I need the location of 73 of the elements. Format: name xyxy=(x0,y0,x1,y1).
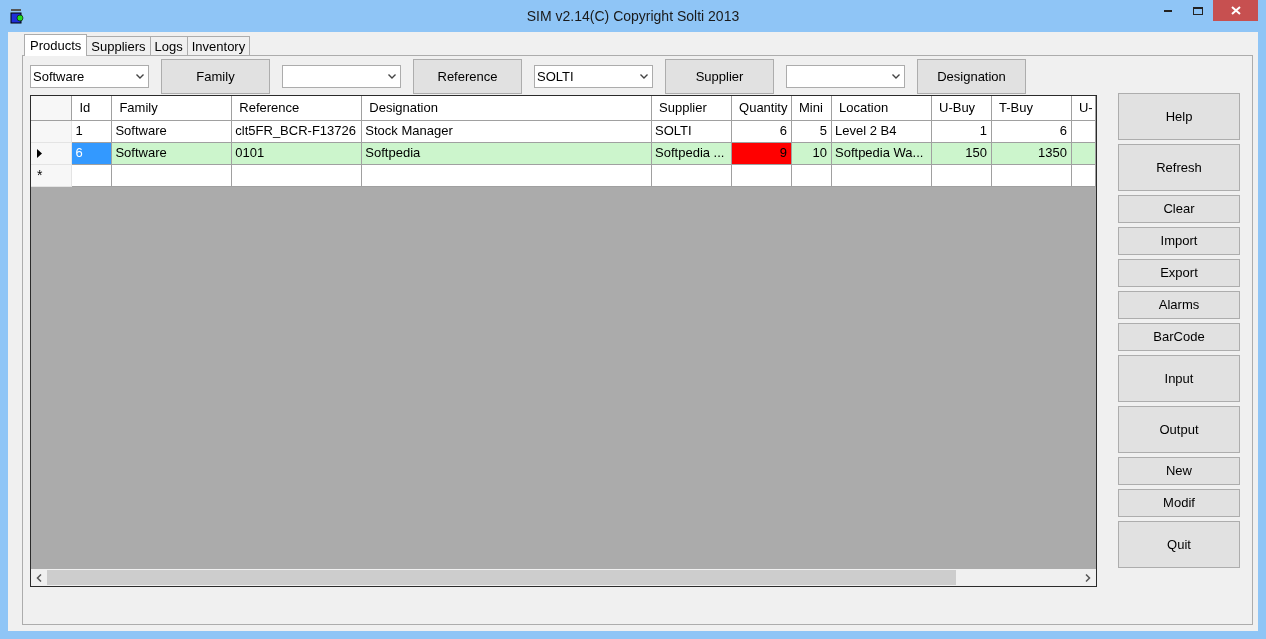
dropdown-value: SOLTI xyxy=(537,67,574,86)
column-header[interactable]: Supplier xyxy=(651,96,732,120)
column-header[interactable]: Quantity xyxy=(731,96,792,120)
action-button[interactable]: Help xyxy=(1118,93,1240,140)
column-header[interactable]: U- xyxy=(1071,96,1096,120)
minimize-icon xyxy=(1164,9,1172,12)
table-cell: clt5FR_BCR-F13726 xyxy=(231,120,362,142)
action-button[interactable]: Clear xyxy=(1118,195,1240,223)
column-header[interactable]: Id xyxy=(71,96,112,120)
table-cell: 10 xyxy=(791,142,832,164)
close-icon xyxy=(1230,6,1241,15)
table-cell: 1 xyxy=(71,120,112,142)
dropdown-field[interactable] xyxy=(282,65,401,88)
current-row-icon xyxy=(37,148,42,158)
column-header[interactable]: Designation xyxy=(361,96,652,120)
chevron-left-icon[interactable] xyxy=(36,573,42,582)
scrollbar-thumb[interactable] xyxy=(47,570,956,585)
table-row[interactable]: 6 Software 0101 Softpedia Softpedia ... 9 10 Softpedia Wa... 150 1350 xyxy=(31,142,1096,164)
table-cell: Stock Manager xyxy=(361,120,652,142)
action-button[interactable]: Import xyxy=(1118,227,1240,255)
column-header[interactable]: U-Buy xyxy=(931,96,992,120)
app-icon xyxy=(10,8,24,24)
new-row-marker: * xyxy=(31,164,72,186)
column-header[interactable]: Location xyxy=(831,96,932,120)
table-cell: Softpedia xyxy=(361,142,652,164)
dropdown-value: Software xyxy=(33,67,85,86)
chevron-down-icon xyxy=(136,74,144,79)
table-cell: 5 xyxy=(791,120,832,142)
table-cell: 0101 xyxy=(231,142,362,164)
dropdown-field[interactable]: SOLTI xyxy=(534,65,653,88)
table-cell: Software xyxy=(111,142,232,164)
table-cell: Level 2 B4 xyxy=(831,120,932,142)
chevron-down-icon xyxy=(640,74,648,79)
table-cell: SOLTI xyxy=(651,120,732,142)
table-cell: 150 xyxy=(931,142,992,164)
filter-button[interactable]: Family xyxy=(161,59,270,94)
table-cell: Softpedia Wa... xyxy=(831,142,932,164)
filter-button[interactable]: Supplier xyxy=(665,59,774,94)
table-cell: 1350 xyxy=(991,142,1072,164)
chevron-right-icon[interactable] xyxy=(1085,573,1091,582)
tab[interactable]: Products xyxy=(24,34,88,56)
action-button[interactable]: Quit xyxy=(1118,521,1240,568)
filter-button[interactable]: Designation xyxy=(917,59,1026,94)
column-header[interactable]: Family xyxy=(111,96,232,120)
column-header[interactable]: Reference xyxy=(231,96,362,120)
table-cell: 1 xyxy=(931,120,992,142)
action-button[interactable]: Export xyxy=(1118,259,1240,287)
dropdown-field[interactable] xyxy=(786,65,905,88)
table-row[interactable]: 1 Software clt5FR_BCR-F13726 Stock Manager SOLTI 6 5 Level 2 B4 1 6 xyxy=(31,120,1096,142)
tab[interactable]: Suppliers xyxy=(86,36,151,55)
action-button[interactable]: Refresh xyxy=(1118,144,1240,191)
table-cell: 6 xyxy=(731,120,792,142)
horizontal-scrollbar[interactable] xyxy=(31,569,1096,586)
close-button[interactable] xyxy=(1213,0,1258,21)
chevron-down-icon xyxy=(388,74,396,79)
tab[interactable]: Logs xyxy=(149,36,188,55)
chevron-down-icon xyxy=(892,74,900,79)
table-cell: 6 xyxy=(991,120,1072,142)
action-button[interactable]: BarCode xyxy=(1118,323,1240,351)
maximize-icon xyxy=(1193,6,1203,15)
filter-button[interactable]: Reference xyxy=(413,59,522,94)
action-button[interactable]: Modif xyxy=(1118,489,1240,517)
action-button[interactable]: New xyxy=(1118,457,1240,485)
column-header[interactable]: T-Buy xyxy=(991,96,1072,120)
table-cell: Softpedia ... xyxy=(651,142,732,164)
dropdown-field[interactable]: Software xyxy=(30,65,149,88)
action-button[interactable]: Input xyxy=(1118,355,1240,402)
action-button[interactable]: Output xyxy=(1118,406,1240,453)
table-cell: Software xyxy=(111,120,232,142)
column-header[interactable]: Mini xyxy=(791,96,832,120)
tab[interactable]: Inventory xyxy=(186,36,251,55)
action-button[interactable]: Alarms xyxy=(1118,291,1240,319)
window-title: SIM v2.14(C) Copyright Solti 2013 xyxy=(526,7,740,24)
